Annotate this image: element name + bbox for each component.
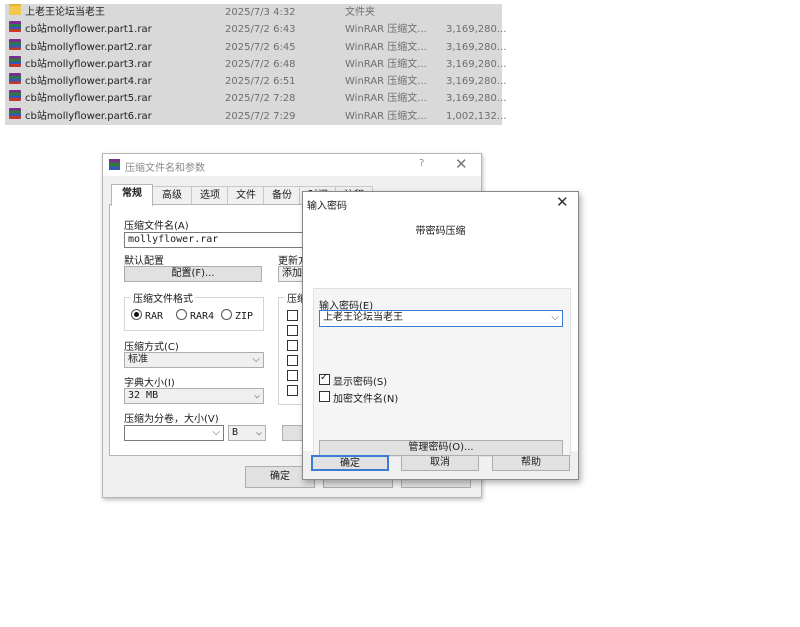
dialog-titlebar[interactable]: 压缩文件名和参数 ? ✕ — [103, 154, 481, 176]
file-type: WinRAR 压缩文... — [345, 110, 427, 122]
help-button[interactable]: 帮助 — [492, 455, 570, 471]
encrypt-file-names-checkbox[interactable] — [319, 391, 330, 402]
file-name: cb站mollyflower.part1.rar — [25, 24, 152, 36]
help-icon[interactable]: ? — [419, 158, 424, 169]
format-option-rar[interactable]: RAR — [131, 309, 163, 322]
file-date: 2025/7/2 6:45 — [225, 41, 296, 53]
tab-options[interactable]: 选项 — [191, 186, 229, 204]
encrypt-file-names-label: 加密文件名(N) — [333, 394, 399, 405]
file-row[interactable]: cb站mollyflower.part3.rar 2025/7/2 6:48 Win… — [5, 55, 506, 73]
file-date: 2025/7/2 6:48 — [225, 58, 296, 70]
file-type: WinRAR 压缩文... — [345, 76, 427, 88]
show-password-label: 显示密码(S) — [333, 377, 388, 388]
format-option-zip[interactable]: ZIP — [221, 309, 253, 322]
file-row[interactable]: 上老王论坛当老王 2025/7/3 4:32 文件夹 — [5, 4, 502, 21]
format-option-rar4[interactable]: RAR4 — [176, 309, 214, 322]
file-name: cb站mollyflower.part6.rar — [25, 110, 152, 122]
password-group: 输入密码(E) 上老王论坛当老王 ⌵ ✓ 显示密码(S) 加密文件名(N) 管理密… — [313, 288, 571, 457]
rar-archive-icon — [9, 38, 21, 50]
split-volume-input[interactable]: ⌵ — [124, 425, 224, 441]
option-checkbox[interactable] — [287, 385, 298, 396]
file-size: 3,169,280... — [446, 93, 507, 105]
file-date: 2025/7/2 6:43 — [225, 24, 296, 36]
option-checkbox[interactable] — [287, 355, 298, 366]
file-name: cb站mollyflower.part5.rar — [25, 93, 152, 105]
radio-icon — [221, 309, 232, 320]
archive-name-label: 压缩文件名(A) — [124, 221, 189, 232]
option-checkbox[interactable] — [287, 325, 298, 336]
file-date: 2025/7/2 7:29 — [225, 110, 296, 122]
dictionary-size-label: 字典大小(I) — [124, 378, 175, 389]
file-size: 3,169,280... — [446, 24, 507, 36]
file-type: WinRAR 压缩文... — [345, 58, 427, 70]
file-size: 1,002,132... — [446, 110, 507, 122]
tab-advanced[interactable]: 高级 — [151, 186, 193, 204]
ok-button[interactable]: 确定 — [311, 455, 389, 471]
enter-password-dialog: 输入密码 ✕ 带密码压缩 输入密码(E) 上老王论坛当老王 ⌵ ✓ 显示密码(S)… — [302, 191, 579, 480]
compression-method-select[interactable]: 标准 ⌵ — [124, 352, 264, 368]
file-type: WinRAR 压缩文... — [345, 24, 427, 36]
dialog-title: 输入密码 — [307, 201, 347, 212]
file-row[interactable]: cb站mollyflower.part1.rar 2025/7/2 6:43 Win… — [5, 21, 506, 38]
file-date: 2025/7/3 4:32 — [225, 7, 296, 18]
dictionary-size-select[interactable]: 32 MB ⌵ — [124, 388, 264, 404]
radio-selected-icon — [131, 309, 142, 320]
rar-archive-icon — [9, 90, 21, 102]
cancel-button[interactable]: 取消 — [401, 455, 479, 471]
file-size: 3,169,280... — [446, 58, 507, 70]
tab-backup[interactable]: 备份 — [263, 186, 301, 204]
file-type: WinRAR 压缩文... — [345, 93, 427, 105]
file-date: 2025/7/2 6:51 — [225, 76, 296, 88]
chevron-down-icon: ⌵ — [212, 427, 220, 438]
password-panel: 带密码压缩 输入密码(E) 上老王论坛当老王 ⌵ ✓ 显示密码(S) 加密文件名(… — [303, 214, 578, 457]
password-input[interactable]: 上老王论坛当老王 ⌵ — [319, 310, 563, 327]
file-row[interactable]: cb站mollyflower.part2.rar 2025/7/2 6:45 Win… — [5, 38, 506, 56]
file-name: cb站mollyflower.part3.rar — [25, 58, 152, 70]
chevron-down-icon: ⌵ — [551, 312, 559, 323]
file-type: WinRAR 压缩文... — [345, 41, 427, 53]
archive-format-group: 压缩文件格式 RAR RAR4 ZIP — [124, 290, 264, 331]
show-password-checkbox[interactable]: ✓ — [319, 372, 330, 385]
file-row[interactable]: cb站mollyflower.part4.rar 2025/7/2 6:51 Win… — [5, 73, 506, 90]
file-list: 上老王论坛当老王 2025/7/3 4:32 文件夹 cb站mollyflower.p… — [5, 4, 506, 126]
option-checkbox[interactable] — [287, 310, 298, 321]
checkmark-icon: ✓ — [320, 372, 329, 383]
file-name: cb站mollyflower.part4.rar — [25, 76, 152, 88]
file-row[interactable]: cb站mollyflower.part6.rar 2025/7/2 7:29 Win… — [5, 107, 506, 125]
rar-archive-icon — [9, 107, 21, 119]
password-heading: 带密码压缩 — [415, 226, 466, 237]
radio-icon — [176, 309, 187, 320]
option-checkbox[interactable] — [287, 370, 298, 381]
manage-passwords-button[interactable]: 管理密码(O)... — [319, 440, 563, 456]
file-size: 3,169,280... — [446, 41, 507, 53]
file-name: cb站mollyflower.part2.rar — [25, 41, 152, 53]
folder-icon — [9, 4, 21, 15]
compression-method-label: 压缩方式(C) — [124, 342, 179, 353]
split-volume-label: 压缩为分卷，大小(V) — [124, 414, 219, 425]
tab-files[interactable]: 文件 — [227, 186, 265, 204]
tab-general[interactable]: 常规 — [111, 184, 153, 206]
file-type: 文件夹 — [345, 7, 375, 18]
dialog-title: 压缩文件名和参数 — [125, 163, 205, 174]
file-date: 2025/7/2 7:28 — [225, 93, 296, 105]
rar-archive-icon — [9, 55, 21, 67]
chevron-down-icon: ⌵ — [252, 354, 260, 365]
file-size: 3,169,280... — [446, 76, 507, 88]
chevron-down-icon: ⌵ — [253, 390, 260, 401]
dialog-titlebar[interactable]: 输入密码 ✕ — [303, 192, 578, 214]
rar-archive-icon — [9, 21, 21, 33]
default-profile-label: 默认配置 — [124, 256, 164, 267]
archive-format-label: 压缩文件格式 — [131, 290, 195, 305]
close-icon[interactable]: ✕ — [556, 193, 569, 211]
option-checkbox[interactable] — [287, 340, 298, 351]
file-row[interactable]: cb站mollyflower.part5.rar 2025/7/2 7:28 Win… — [5, 90, 506, 107]
profiles-button[interactable]: 配置(F)... — [124, 266, 262, 282]
chevron-down-icon: ⌵ — [255, 427, 262, 438]
close-icon[interactable]: ✕ — [455, 155, 468, 173]
winrar-app-icon — [109, 159, 120, 170]
volume-unit-select[interactable]: B ⌵ — [228, 425, 266, 441]
rar-archive-icon — [9, 73, 21, 85]
file-name: 上老王论坛当老王 — [25, 7, 105, 18]
